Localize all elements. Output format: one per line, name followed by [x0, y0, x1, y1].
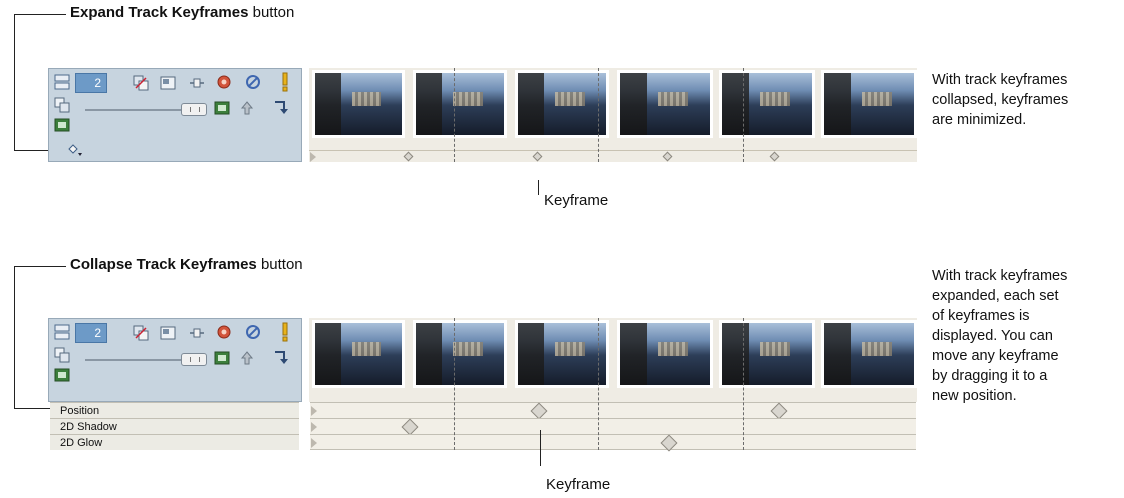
expand-leader-top: [14, 14, 66, 15]
collapse-leader-top: [14, 266, 66, 267]
video-frame: [617, 320, 713, 388]
note-line: of keyframes is: [932, 308, 1030, 324]
lane-label-position: Position: [50, 402, 299, 418]
minimize-track-icon[interactable]: [54, 74, 70, 90]
note-line: collapsed, keyframes: [932, 92, 1069, 108]
video-frame: [821, 320, 917, 388]
track-fx-film-icon[interactable]: [54, 117, 70, 133]
video-frame: [413, 320, 507, 388]
make-compositing-child-icon[interactable]: [239, 350, 255, 366]
note-top: With track keyframes collapsed, keyframe…: [932, 70, 1068, 130]
keyframe[interactable]: [662, 151, 673, 162]
track-fx-icon[interactable]: [160, 325, 176, 341]
video-frame: [312, 70, 405, 138]
keyframe-label-top: Keyframe: [544, 192, 609, 209]
track-fx-film-icon[interactable]: [54, 367, 70, 383]
note-line: With track keyframes: [932, 268, 1068, 284]
keyframe-lane-position[interactable]: [310, 402, 916, 420]
expand-keyframes-icon[interactable]: [67, 143, 83, 159]
collapse-callout-rest: button: [256, 256, 303, 273]
collapse-callout-bold: Collapse Track Keyframes: [70, 256, 257, 273]
expand-leader-vert: [14, 14, 15, 150]
keyframe-start-marker: [310, 152, 316, 162]
video-track-top[interactable]: [309, 68, 917, 150]
track-header-top[interactable]: 2: [48, 68, 302, 162]
composite-level-slider[interactable]: [181, 353, 207, 366]
track-motion-film-icon[interactable]: [214, 100, 230, 116]
compositing-mode-icon[interactable]: [133, 75, 149, 91]
track-header-bottom[interactable]: 2: [48, 318, 302, 402]
note-bottom: With track keyframes expanded, each set …: [932, 266, 1067, 406]
track-number: 2: [75, 73, 107, 93]
keyframe[interactable]: [530, 402, 548, 420]
video-frame: [821, 70, 917, 138]
video-track-bottom[interactable]: [309, 318, 917, 402]
keyframe[interactable]: [532, 151, 543, 162]
video-frame: [617, 70, 713, 138]
keyframe-start-marker: [311, 406, 317, 416]
composite-mode-arrow-icon[interactable]: [273, 349, 289, 365]
keyframe[interactable]: [770, 402, 788, 420]
grid-marker: [598, 318, 599, 450]
video-frame: [413, 70, 507, 138]
note-line: by dragging it to a: [932, 368, 1048, 384]
keyframe-lane-2d-shadow[interactable]: [310, 418, 916, 436]
video-frame: [719, 70, 815, 138]
grid-marker: [454, 68, 455, 162]
mute-icon[interactable]: [245, 324, 261, 340]
note-line: move any keyframe: [932, 348, 1059, 364]
note-line: are minimized.: [932, 112, 1027, 128]
collapse-callout: Collapse Track Keyframes button: [70, 256, 303, 273]
track-motion-icon[interactable]: [189, 325, 205, 341]
expand-callout-bold: Expand Track Keyframes: [70, 4, 249, 21]
lane-label-2d-glow: 2D Glow: [50, 434, 299, 450]
video-frame: [515, 70, 609, 138]
minimize-track-icon[interactable]: [54, 324, 70, 340]
composite-mode-arrow-icon[interactable]: [273, 99, 289, 115]
track-number: 2: [75, 323, 107, 343]
collapse-leader-vert: [14, 266, 15, 408]
bypass-motion-blur-icon[interactable]: [215, 73, 233, 91]
parent-compositing-icon[interactable]: [54, 97, 70, 113]
video-frame: [312, 320, 405, 388]
keyframe-row-collapsed[interactable]: [309, 150, 917, 162]
keyframe[interactable]: [660, 434, 678, 452]
grid-marker: [454, 318, 455, 450]
keyframe-start-marker: [311, 438, 317, 448]
video-frame: [719, 320, 815, 388]
grid-marker: [598, 68, 599, 162]
solo-icon[interactable]: [277, 322, 293, 342]
composite-level-slider[interactable]: [181, 103, 207, 116]
keyframe[interactable]: [403, 151, 414, 162]
lane-label-2d-shadow: 2D Shadow: [50, 418, 299, 434]
keyframe-lane-2d-glow[interactable]: [310, 434, 916, 452]
grid-marker: [743, 318, 744, 450]
note-line: With track keyframes: [932, 72, 1068, 88]
expand-callout: Expand Track Keyframes button: [70, 4, 294, 21]
parent-compositing-icon[interactable]: [54, 347, 70, 363]
keyframe[interactable]: [769, 151, 780, 162]
keyframe-start-marker: [311, 422, 317, 432]
keyframe[interactable]: [401, 418, 419, 436]
bypass-motion-blur-icon[interactable]: [215, 323, 233, 341]
mute-icon[interactable]: [245, 74, 261, 90]
note-line: new position.: [932, 388, 1017, 404]
make-compositing-child-icon[interactable]: [239, 100, 255, 116]
keyframe-pointer-bottom: [540, 430, 541, 466]
track-motion-film-icon[interactable]: [214, 350, 230, 366]
track-fx-icon[interactable]: [160, 75, 176, 91]
solo-icon[interactable]: [277, 72, 293, 92]
expand-callout-rest: button: [248, 4, 295, 21]
track-motion-icon[interactable]: [189, 75, 205, 91]
compositing-mode-icon[interactable]: [133, 325, 149, 341]
note-line: displayed. You can: [932, 328, 1053, 344]
video-frame: [515, 320, 609, 388]
note-line: expanded, each set: [932, 288, 1059, 304]
keyframe-label-bottom: Keyframe: [546, 476, 611, 493]
grid-marker: [743, 68, 744, 162]
keyframe-pointer-top: [538, 180, 539, 195]
